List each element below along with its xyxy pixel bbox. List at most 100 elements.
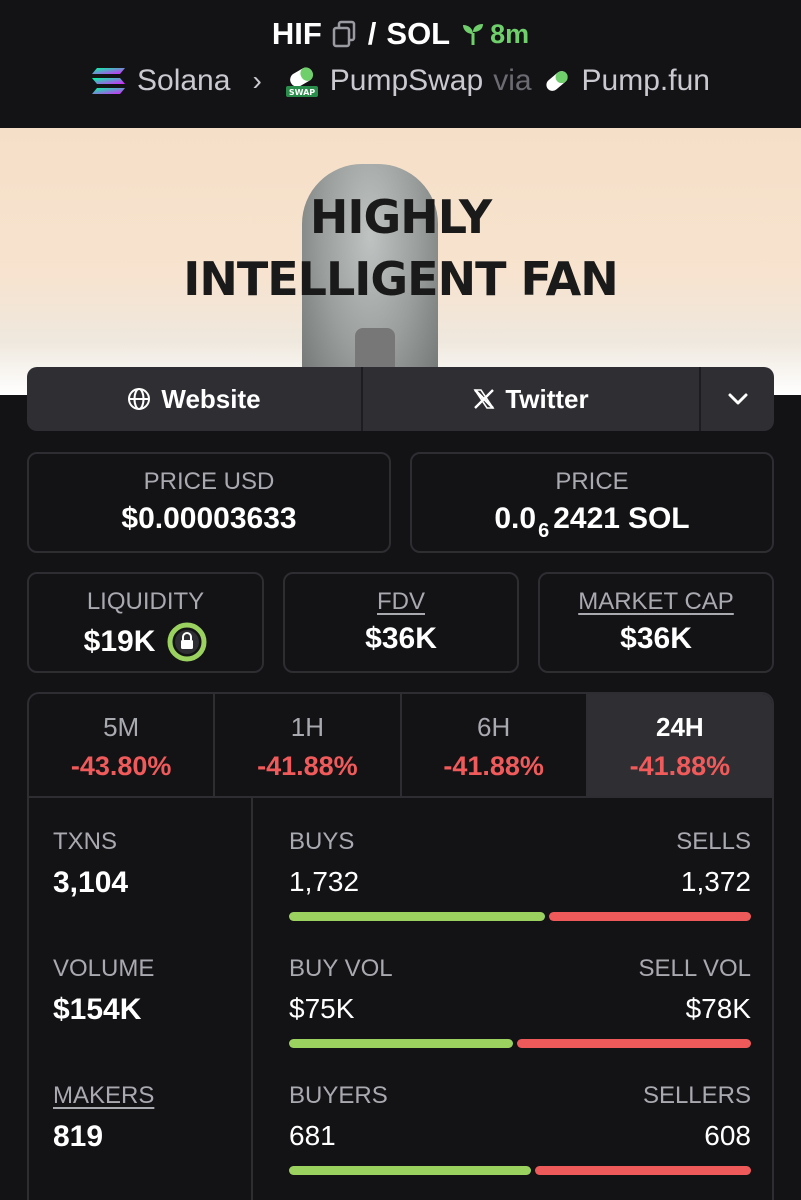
x-logo-icon [473,389,495,409]
stats-panel: 5M -43.80% 1H -41.88% 6H -41.88% 24H -41… [27,692,774,1200]
buys-value: 1,732 [289,866,360,897]
pair-header: HIF / SOL 8m Solana › SWAP PumpSwap via … [0,0,801,128]
pumpswap-icon: SWAP [285,67,318,97]
makers-stat: MAKERS 819 [53,1082,154,1154]
banner-line-1: HIGHLY [309,190,492,244]
sells-value: 1,372 [680,866,751,897]
tab-6h[interactable]: 6H -41.88% [402,694,588,796]
fdv-label[interactable]: FDV [285,588,517,616]
sell-bar [534,1166,751,1175]
sellers-label: SELLERS [642,1082,751,1109]
sellers-value: 608 [704,1120,751,1151]
website-button[interactable]: Website [27,367,363,431]
price-native-unit: SOL [627,502,690,535]
chain-name[interactable]: Solana [137,64,230,98]
pair-age-value: 8m [490,18,530,49]
buy-bar [289,912,545,921]
liquidity-card: LIQUIDITY $19K [27,572,264,673]
tab-1h[interactable]: 1H -41.88% [215,694,402,796]
tab-change: -43.80% [70,751,172,781]
txns-stat: TXNS 3,104 [53,828,128,900]
volume-label: VOLUME [53,955,155,982]
price-usd-label: PRICE USD [143,468,275,495]
banner-line-2: INTELLIGENT FAN [183,252,618,306]
sell-vol-value: $78K [685,993,751,1024]
makers-ratio-bar [289,1166,751,1175]
website-label: Website [161,383,261,414]
makers-split-row: BUYERS SELLERS 681 608 [289,1082,751,1175]
market-cap-card: MARKET CAP $36K [538,572,774,673]
tab-5m[interactable]: 5M -43.80% [29,694,216,796]
lock-icon[interactable] [167,622,207,662]
tab-label: 5M [103,712,140,742]
buys-label: BUYS [289,828,355,855]
price-native-value: 0.0 6 2421 SOL [412,502,772,542]
volume-ratio-bar [289,1039,751,1048]
sprout-icon [463,24,484,45]
volume-split-row: BUY VOL SELL VOL $75K $78K [289,955,751,1048]
copy-icon[interactable] [332,20,358,48]
timeframe-tabs: 5M -43.80% 1H -41.88% 6H -41.88% 24H -41… [29,694,772,798]
market-cap-value: $36K [620,622,692,655]
tab-change: -41.88% [443,751,544,781]
tab-label: 6H [477,712,511,742]
buyers-label: BUYERS [289,1082,388,1109]
buy-vol-value: $75K [289,993,355,1024]
tab-label: 24H [656,712,704,742]
price-usd-value: $0.00003633 [121,502,297,535]
more-links-button[interactable] [701,367,774,431]
makers-value: 819 [53,1120,104,1153]
sell-vol-label: SELL VOL [638,955,751,982]
sell-bar [548,912,751,921]
fdv-value: $36K [365,622,437,655]
twitter-label: Twitter [505,383,589,414]
volume-value: $154K [53,993,142,1026]
launchpad-name[interactable]: Pump.fun [582,64,710,98]
breadcrumb: Solana › SWAP PumpSwap via Pump.fun [0,64,801,98]
pumpfun-icon [545,71,568,91]
price-native-zeros: 6 [538,519,550,542]
pair-separator: / [367,16,377,51]
price-native-prefix: 0.0 [494,502,537,535]
volume-stat: VOLUME $154K [53,955,154,1027]
price-native-label: PRICE [555,468,629,495]
solana-icon [92,68,126,94]
price-usd-card: PRICE USD $0.00003633 [27,452,391,553]
txns-ratio-bar [289,912,751,921]
chevron-down-icon [728,393,747,405]
tab-change: -41.88% [629,751,731,781]
tab-change: -41.88% [257,751,358,781]
totals-column: TXNS 3,104 VOLUME $154K MAKERS 819 [29,798,253,1200]
price-native-digits: 2421 [553,502,620,535]
txns-split-row: BUYS SELLS 1,732 1,372 [289,828,751,921]
fdv-card: FDV $36K [283,572,519,673]
token-banner: HIGHLY INTELLIGENT FAN [0,128,801,395]
txns-value: 3,104 [53,866,129,899]
liquidity-label: LIQUIDITY [86,588,205,615]
market-cap-label[interactable]: MARKET CAP [540,588,772,616]
txns-label: TXNS [53,828,118,855]
quote-symbol: SOL [386,16,451,51]
makers-label[interactable]: MAKERS [53,1082,154,1110]
buy-bar [289,1039,514,1048]
pumpswap-badge-text: SWAP [289,88,315,97]
dex-name[interactable]: PumpSwap [330,64,483,98]
token-symbol: HIF [271,16,322,51]
social-links-bar: Website Twitter [27,367,774,431]
globe-icon [128,388,151,410]
twitter-button[interactable]: Twitter [363,367,701,431]
buy-vol-label: BUY VOL [289,955,393,982]
liquidity-value-row: $19K [29,622,262,662]
liquidity-value: $19K [83,625,156,658]
buy-bar [289,1166,531,1175]
chevron-right-icon: › [252,65,262,96]
buyers-value: 681 [289,1120,336,1151]
sell-bar [517,1039,751,1048]
pair-age: 8m [460,19,529,50]
price-native-card: PRICE 0.0 6 2421 SOL [410,452,774,553]
via-label: via [493,64,532,97]
pair-title-row: HIF / SOL 8m [0,16,801,52]
tab-24h[interactable]: 24H -41.88% [587,694,772,796]
tab-label: 1H [290,712,324,742]
sells-label: SELLS [676,828,751,855]
